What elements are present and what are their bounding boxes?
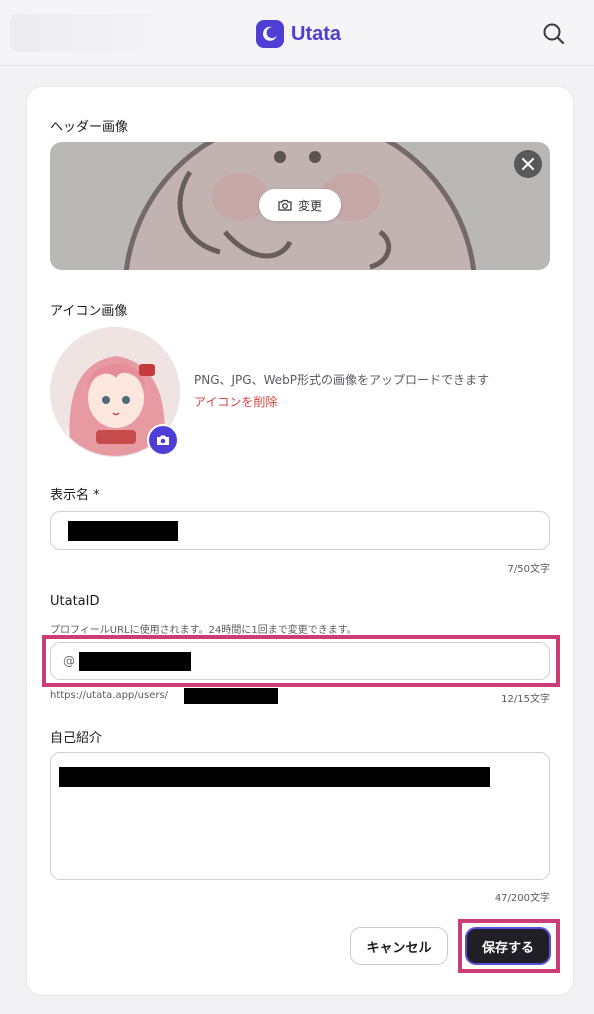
utata-id-label: UtataID [50, 594, 100, 609]
redacted-url [184, 688, 278, 704]
save-button[interactable]: 保存する [465, 927, 551, 965]
icon-upload-hint: PNG、JPG、WebP形式の画像をアップロードできます [194, 373, 489, 387]
display-name-label: 表示名 * [50, 488, 100, 503]
at-prefix: @ [63, 654, 75, 668]
brand[interactable]: Utata [256, 20, 341, 48]
change-label: 変更 [297, 198, 322, 213]
top-bar: Utata [0, 0, 594, 66]
utata-id-url: https://utata.app/users/ [50, 690, 168, 701]
camera-icon [278, 199, 292, 211]
blurred-nav-area [10, 14, 180, 52]
icon-image-label: アイコン画像 [50, 304, 128, 319]
search-icon[interactable] [541, 21, 567, 47]
redacted-value [68, 521, 178, 541]
delete-icon-link[interactable]: アイコンを削除 [194, 393, 277, 410]
cancel-button[interactable]: キャンセル [350, 927, 448, 965]
utata-id-counter: 12/15文字 [501, 694, 550, 705]
close-icon [522, 158, 534, 170]
moon-icon [256, 20, 284, 48]
profile-edit-card: ヘッダー画像 変更 アイコン画像 PNG、JPG、WebP形式の画像をアップロー… [26, 86, 574, 996]
header-image: 変更 [50, 142, 550, 270]
redacted-value [79, 652, 191, 671]
redacted-value [59, 767, 490, 787]
app-name: Utata [291, 22, 342, 45]
bio-counter: 47/200文字 [494, 893, 550, 904]
change-avatar-button[interactable] [147, 424, 179, 456]
url-prefix: https://utata.app/users/ [50, 690, 169, 701]
bio-label: 自己紹介 [50, 731, 103, 746]
utata-id-hint: プロフィールURLに使用されます。24時間に1回まで変更できます。 [50, 625, 357, 636]
change-header-button[interactable]: 変更 [259, 189, 341, 221]
camera-icon [157, 435, 169, 445]
bio-textarea[interactable] [50, 752, 550, 880]
remove-header-button[interactable] [514, 150, 542, 178]
header-image-label: ヘッダー画像 [50, 120, 129, 135]
utata-id-input[interactable]: @ [50, 642, 550, 680]
display-name-counter: 7/50文字 [507, 564, 550, 575]
display-name-input[interactable] [50, 511, 550, 550]
